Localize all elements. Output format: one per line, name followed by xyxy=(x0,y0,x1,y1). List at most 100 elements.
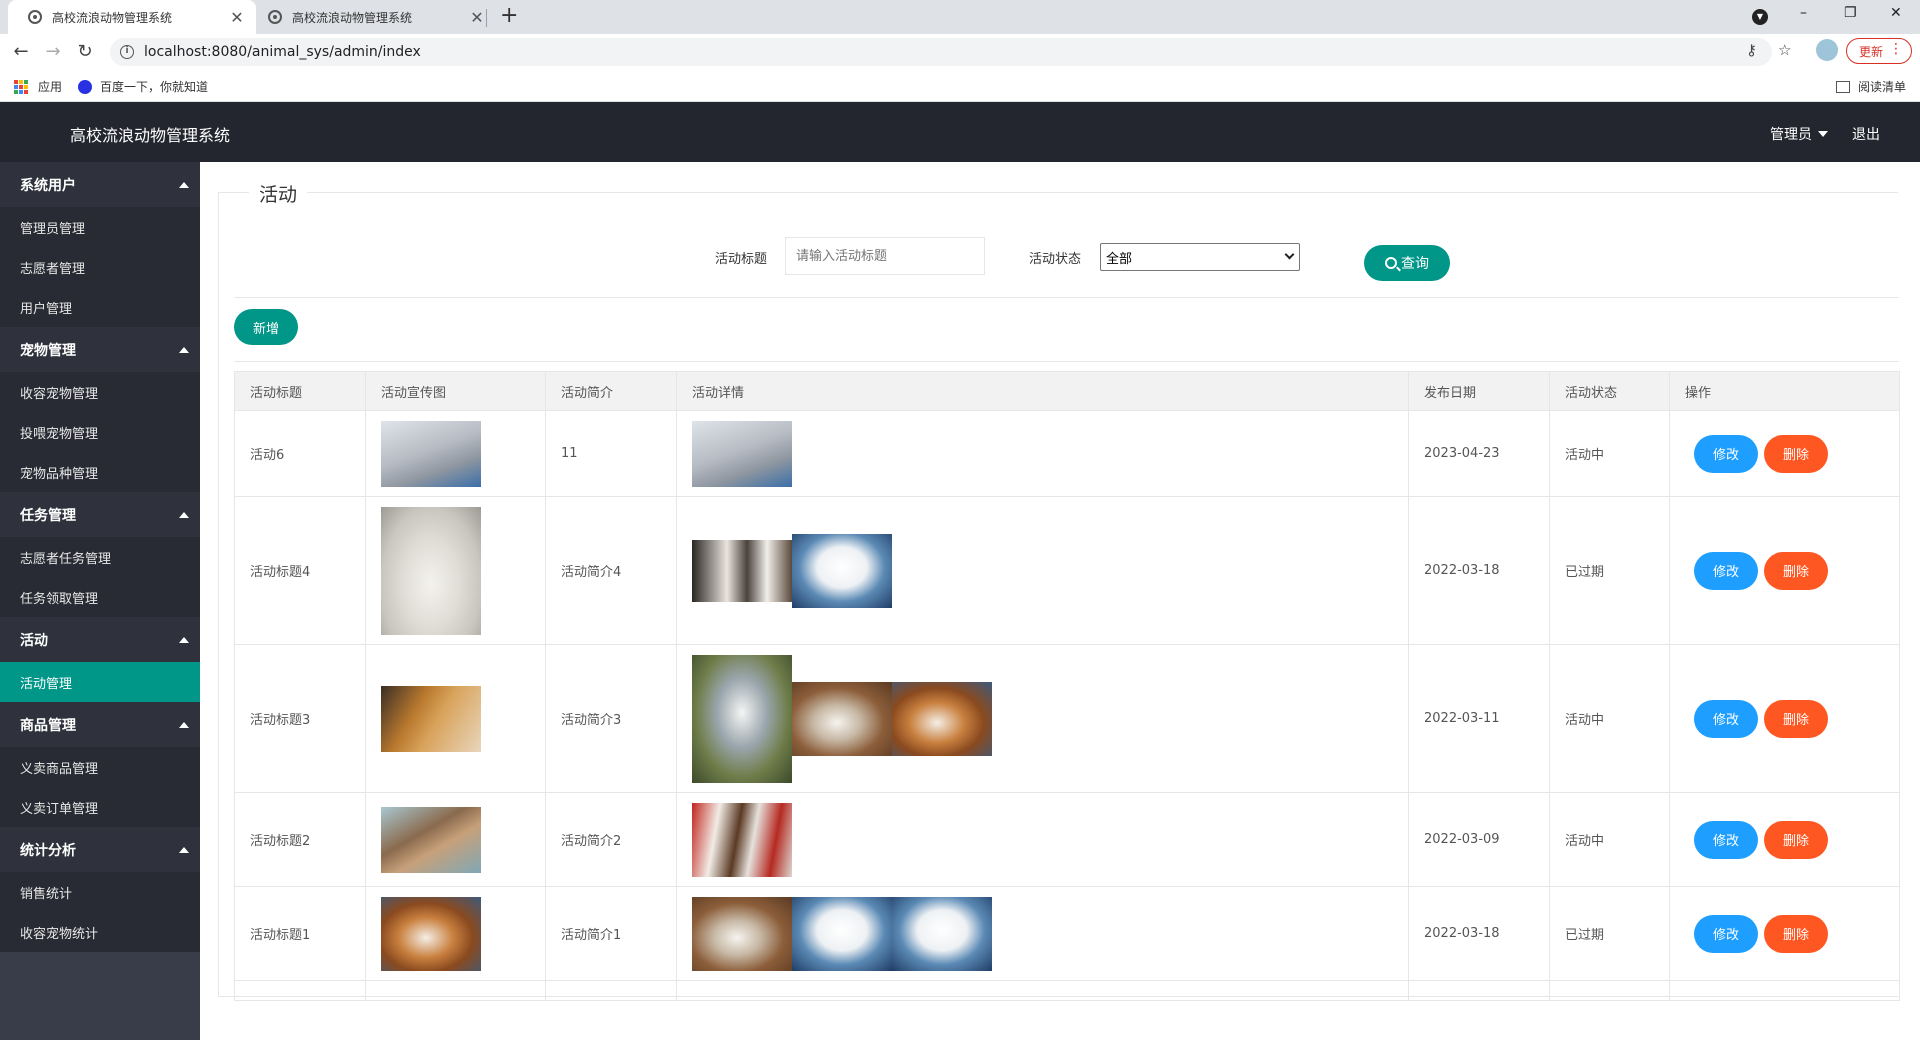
profile-avatar[interactable] xyxy=(1816,39,1838,61)
title-search-input[interactable] xyxy=(785,237,985,275)
admin-user-menu[interactable]: 管理员 xyxy=(1770,124,1828,144)
close-tab-icon[interactable]: ✕ xyxy=(468,8,486,27)
sidebar-item-admin[interactable]: 管理员管理 xyxy=(0,207,200,247)
maximize-button[interactable]: ❐ xyxy=(1844,5,1857,21)
sidebar-item-sales-stats[interactable]: 销售统计 xyxy=(0,872,200,912)
sidebar-item-shelter-stats[interactable]: 收容宠物统计 xyxy=(0,912,200,952)
sidebar-group-goods[interactable]: 商品管理 xyxy=(0,702,200,747)
edit-button[interactable]: 修改 xyxy=(1694,434,1758,473)
kittens-photo xyxy=(381,685,481,752)
caret-up-icon xyxy=(179,512,189,518)
edit-button[interactable]: 修改 xyxy=(1694,914,1758,953)
star-icon[interactable]: ☆ xyxy=(1778,41,1791,59)
table-cell: 11 xyxy=(545,410,677,497)
more-menu-icon[interactable]: ⋮ xyxy=(1889,41,1903,57)
sidebar-item-shelter-pets[interactable]: 收容宠物管理 xyxy=(0,372,200,412)
bookmark-baidu[interactable]: 百度一下，你就知道 xyxy=(78,78,208,95)
detail-images xyxy=(692,802,1408,877)
table-header-row: 活动标题 活动宣传图 活动简介 活动详情 发布日期 活动状态 操作 xyxy=(234,371,1900,411)
update-button[interactable]: 更新 ⋮ xyxy=(1846,38,1912,64)
sidebar-group-label: 活动 xyxy=(20,632,48,649)
chevron-down-icon xyxy=(1284,249,1295,260)
table-cell: 活动简介1 xyxy=(545,886,677,981)
new-tab-button[interactable]: + xyxy=(500,3,518,28)
query-button[interactable]: 查询 xyxy=(1364,245,1450,281)
table-cell: 已过期 xyxy=(1549,886,1670,981)
delete-button[interactable]: 删除 xyxy=(1764,699,1828,738)
table-cell: 活动中 xyxy=(1549,410,1670,497)
site-info-icon[interactable]: i xyxy=(120,45,134,59)
forward-icon[interactable]: → xyxy=(42,41,64,62)
back-icon[interactable]: ← xyxy=(10,41,32,62)
tab-title: 高校流浪动物管理系统 xyxy=(52,10,173,25)
sidebar-group-pets[interactable]: 宠物管理 xyxy=(0,327,200,372)
table-cell: 修改 删除 xyxy=(1669,644,1900,793)
logout-link[interactable]: 退出 xyxy=(1852,124,1880,144)
url-text[interactable]: localhost:8080/animal_sys/admin/index xyxy=(144,44,421,60)
tab-search-icon[interactable]: ▼ xyxy=(1752,9,1768,25)
delete-button[interactable]: 删除 xyxy=(1764,434,1828,473)
table-cell: 已过期 xyxy=(1549,496,1670,645)
app-title: 高校流浪动物管理系统 xyxy=(70,126,231,145)
minimize-button[interactable]: – xyxy=(1800,5,1807,21)
col-header: 活动简介 xyxy=(545,371,677,411)
app-header: 高校流浪动物管理系统 管理员 退出 xyxy=(0,102,1920,162)
edit-button[interactable]: 修改 xyxy=(1694,820,1758,859)
sidebar-item-volunteer-tasks[interactable]: 志愿者任务管理 xyxy=(0,537,200,577)
bookmark-baidu-label: 百度一下，你就知道 xyxy=(100,80,209,94)
table-row: 活动标题3 活动简介3 2022-03-11 活动中 修改 删除 xyxy=(234,644,1900,793)
table-cell xyxy=(676,792,1409,887)
hamster-photo xyxy=(792,681,892,756)
reading-list[interactable]: 阅读清单 xyxy=(1836,78,1906,95)
key-icon[interactable]: ⚷ xyxy=(1746,41,1757,59)
col-header: 活动宣传图 xyxy=(365,371,546,411)
divider xyxy=(234,297,1899,298)
white-dog-photo xyxy=(892,896,992,971)
edit-button[interactable]: 修改 xyxy=(1694,699,1758,738)
table-cell: 2022-03-11 xyxy=(1408,644,1550,793)
sidebar-item-feeding-pets[interactable]: 投喂宠物管理 xyxy=(0,412,200,452)
sidebar-item-charity-orders[interactable]: 义卖订单管理 xyxy=(0,787,200,827)
col-header: 发布日期 xyxy=(1408,371,1550,411)
sidebar-item-task-claims[interactable]: 任务领取管理 xyxy=(0,577,200,617)
table-cell xyxy=(365,886,546,981)
address-bar-row: ← → ↻ i localhost:8080/animal_sys/admin/… xyxy=(0,34,1920,70)
status-select[interactable]: 全部 xyxy=(1100,243,1300,271)
sidebar-group-statistics[interactable]: 统计分析 xyxy=(0,827,200,872)
add-button[interactable]: 新增 xyxy=(234,309,298,345)
bookmark-apps-label: 应用 xyxy=(38,80,63,94)
caret-up-icon xyxy=(179,182,189,188)
table-cell xyxy=(676,980,1409,1001)
apps-grid-icon xyxy=(14,79,28,94)
omnibox[interactable]: i localhost:8080/animal_sys/admin/index xyxy=(110,38,1772,66)
delete-button[interactable]: 删除 xyxy=(1764,820,1828,859)
browser-tab-active[interactable]: 高校流浪动物管理系统 ✕ xyxy=(8,0,256,34)
sidebar-item-charity-goods[interactable]: 义卖商品管理 xyxy=(0,747,200,787)
sidebar-group-label: 统计分析 xyxy=(20,842,76,859)
sidebar-group-label: 商品管理 xyxy=(20,717,76,734)
sidebar-group-activities[interactable]: 活动 xyxy=(0,617,200,662)
activity-panel: 活动 活动标题 活动状态 全部 查询 新增 活动标题 xyxy=(218,180,1900,1001)
sidebar-item-volunteer[interactable]: 志愿者管理 xyxy=(0,247,200,287)
globe-icon xyxy=(28,10,42,24)
husky-puppies-photo xyxy=(692,539,792,602)
guinea-pig-photo xyxy=(892,681,992,756)
sidebar-item-users[interactable]: 用户管理 xyxy=(0,287,200,327)
caret-down-icon xyxy=(1818,131,1828,137)
sidebar-group-tasks[interactable]: 任务管理 xyxy=(0,492,200,537)
sidebar-group-label: 宠物管理 xyxy=(20,342,76,359)
sidebar: 系统用户 管理员管理 志愿者管理 用户管理 宠物管理 收容宠物管理 投喂宠物管理… xyxy=(0,162,200,1040)
delete-button[interactable]: 删除 xyxy=(1764,914,1828,953)
browser-tab[interactable]: 高校流浪动物管理系统 ✕ xyxy=(248,0,496,34)
sidebar-group-system-users[interactable]: 系统用户 xyxy=(0,162,200,207)
bookmark-apps[interactable]: 应用 xyxy=(14,78,62,95)
edit-button[interactable]: 修改 xyxy=(1694,551,1758,590)
reload-icon[interactable]: ↻ xyxy=(74,41,96,62)
sidebar-item-activities[interactable]: 活动管理 xyxy=(0,662,200,702)
close-tab-icon[interactable]: ✕ xyxy=(228,8,246,27)
delete-button[interactable]: 删除 xyxy=(1764,551,1828,590)
close-window-button[interactable]: ✕ xyxy=(1890,5,1902,21)
sidebar-item-pet-breeds[interactable]: 宠物品种管理 xyxy=(0,452,200,492)
divider xyxy=(234,361,1899,362)
table-cell xyxy=(676,410,1409,497)
